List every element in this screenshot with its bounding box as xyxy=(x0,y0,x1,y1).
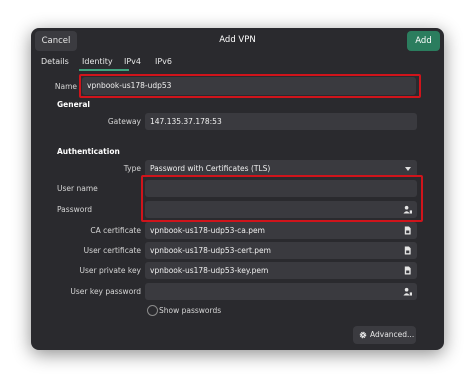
ca-certificate-label: CA certificate xyxy=(90,226,141,235)
chevron-down-icon xyxy=(405,167,411,171)
credentials-highlight-box xyxy=(141,175,423,222)
user-private-key-value: vpnbook-us178-udp53-key.pem xyxy=(150,266,269,275)
tab-ipv6[interactable]: IPv6 xyxy=(155,55,172,69)
show-passwords-checkbox[interactable] xyxy=(147,305,158,316)
active-tab-indicator xyxy=(79,69,129,71)
user-private-key-label: User private key xyxy=(79,266,141,275)
user-certificate-value: vpnbook-us178-udp53-cert.pem xyxy=(150,246,271,255)
type-combo-value: Password with Certificates (TLS) xyxy=(150,164,271,173)
tab-identity[interactable]: Identity xyxy=(82,55,113,69)
type-label: Type xyxy=(123,164,141,173)
user-key-password-input[interactable] xyxy=(145,283,417,300)
file-icon[interactable] xyxy=(403,266,412,275)
dialog-title: Add VPN xyxy=(219,35,256,45)
general-heading: General xyxy=(57,100,90,109)
ca-certificate-field[interactable]: vpnbook-us178-udp53-ca.pem xyxy=(145,222,417,239)
user-private-key-field[interactable]: vpnbook-us178-udp53-key.pem xyxy=(145,262,417,279)
file-icon[interactable] xyxy=(403,226,412,235)
user-password-icon[interactable] xyxy=(403,287,412,296)
name-label: Name xyxy=(54,82,77,91)
add-button[interactable]: Add xyxy=(407,31,440,51)
tab-details[interactable]: Details xyxy=(41,55,69,69)
tab-ipv4[interactable]: IPv4 xyxy=(124,55,141,69)
advanced-button[interactable]: Advanced... xyxy=(353,326,416,344)
user-key-password-label: User key password xyxy=(70,287,141,296)
username-label: User name xyxy=(57,184,98,193)
user-certificate-field[interactable]: vpnbook-us178-udp53-cert.pem xyxy=(145,242,417,259)
name-highlight-box xyxy=(79,74,421,98)
advanced-label: Advanced... xyxy=(370,330,415,339)
authentication-heading: Authentication xyxy=(57,147,120,156)
gateway-label: Gateway xyxy=(107,117,141,126)
user-certificate-label: User certificate xyxy=(83,246,141,255)
password-label: Password xyxy=(57,205,93,214)
gear-icon xyxy=(359,331,367,339)
header-bar: Cancel Add VPN Add xyxy=(31,28,444,53)
gateway-input[interactable]: 147.135.37.178:53 xyxy=(145,113,417,130)
ca-certificate-value: vpnbook-us178-udp53-ca.pem xyxy=(150,226,265,235)
show-passwords-label: Show passwords xyxy=(159,306,222,315)
file-icon[interactable] xyxy=(403,246,412,255)
